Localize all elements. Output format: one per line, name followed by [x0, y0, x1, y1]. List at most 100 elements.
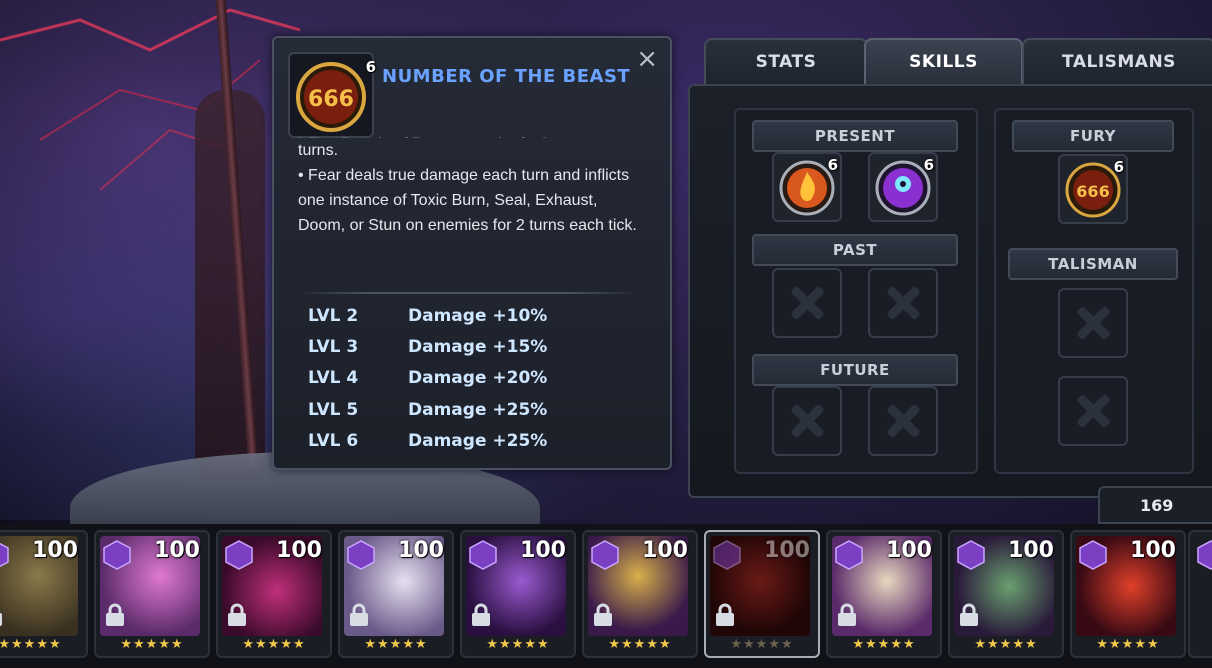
hero-card[interactable]: 100 ★★★★★: [826, 530, 942, 658]
empty-x-icon: [787, 283, 827, 323]
level-label: LVL 6: [308, 430, 359, 451]
skill-description[interactable]: inflicts 5 stacks of Fear on enemies for…: [298, 134, 638, 238]
past-label: PAST: [752, 234, 958, 266]
hero-stars: ★★★★★: [1096, 637, 1160, 652]
hero-level: 100: [398, 538, 444, 563]
lock-icon: [716, 603, 734, 626]
level-label: LVL 4: [308, 368, 359, 389]
hero-level: 100: [886, 538, 932, 563]
fury-skill-slot[interactable]: 666 6: [1058, 154, 1128, 224]
svg-text:666: 666: [308, 87, 354, 112]
lock-icon: [350, 603, 368, 626]
skill-rank-badge: 6: [1113, 158, 1124, 176]
hero-card[interactable]: 100 ★★★★★: [948, 530, 1064, 658]
lock-icon: [472, 603, 490, 626]
fury-label: FURY: [1012, 120, 1174, 152]
lock-icon: [960, 603, 978, 626]
lock-icon: [0, 613, 2, 626]
skill-rank-badge: 6: [923, 156, 934, 174]
future-skill-slot-2[interactable]: [868, 386, 938, 456]
hexagon-rank-icon: [1197, 540, 1212, 570]
level-label: LVL 5: [308, 399, 359, 420]
hero-card[interactable]: 100 ★★★★★: [338, 530, 454, 658]
future-skill-slot-1[interactable]: [772, 386, 842, 456]
skills-panel: PRESENT 6 6 PAST FUTURE FURY 666 6 TALIS…: [688, 84, 1212, 498]
hexagon-rank-icon: [469, 540, 497, 570]
talisman-slot-1[interactable]: [1058, 288, 1128, 358]
level-bonus: Damage +20%: [408, 368, 548, 389]
empty-x-icon: [1073, 303, 1113, 343]
present-label: PRESENT: [752, 120, 958, 152]
hexagon-rank-icon: [347, 540, 375, 570]
hexagon-rank-icon: [0, 542, 9, 568]
hero-stars: ★★★★★: [974, 637, 1038, 652]
level-bonus-list: LVL 2 Damage +10% LVL 3 Damage +15% LVL …: [308, 300, 547, 456]
hero-stars: ★★★★★: [486, 637, 550, 652]
svg-text:666: 666: [1076, 182, 1109, 201]
hero-card[interactable]: 100 ★★★★★: [582, 530, 698, 658]
level-row: LVL 2 Damage +10%: [308, 300, 547, 331]
hero-card-partial[interactable]: [1188, 530, 1212, 658]
hero-stars: ★★★★★: [364, 637, 428, 652]
hexagon-rank-icon: [713, 540, 741, 570]
talisman-label: TALISMAN: [1008, 248, 1178, 280]
skill-icon-frame: 666 6: [288, 52, 376, 138]
lock-icon: [106, 603, 124, 626]
hero-level: 100: [154, 538, 200, 563]
level-label: LVL 2: [308, 305, 359, 326]
level-label: LVL 3: [308, 336, 359, 357]
hexagon-rank-icon: [591, 540, 619, 570]
level-row: LVL 4 Damage +20%: [308, 363, 547, 394]
lock-icon: [838, 603, 856, 626]
hero-level: 100: [520, 538, 566, 563]
description-cut-line: inflicts 5 stacks of Fear on enemies for…: [298, 130, 549, 138]
hero-card[interactable]: 100 ★★★★★: [216, 530, 332, 658]
skill-title: NUMBER OF THE BEAST: [382, 66, 631, 87]
level-bonus: Damage +25%: [408, 430, 548, 451]
hero-card[interactable]: 100 ★★★★★: [0, 530, 88, 658]
close-button[interactable]: ×: [636, 46, 658, 72]
hero-stars: ★★★★★: [242, 637, 306, 652]
level-row: LVL 3 Damage +15%: [308, 331, 547, 362]
number-of-the-beast-666-icon: 666: [296, 62, 366, 132]
level-row: LVL 6 Damage +25%: [308, 425, 547, 456]
hero-stars: ★★★★★: [120, 637, 184, 652]
level-row: LVL 5 Damage +25%: [308, 394, 547, 425]
skills-column: PRESENT 6 6 PAST FUTURE: [734, 108, 978, 474]
level-bonus: Damage +25%: [408, 399, 548, 420]
hero-stars: ★★★★★: [608, 637, 672, 652]
hero-level: 100: [276, 538, 322, 563]
tab-talismans[interactable]: TALISMANS: [1022, 38, 1212, 86]
hero-level: 100: [764, 538, 810, 563]
skill-rank-badge: 6: [365, 58, 376, 76]
hero-level: 100: [32, 538, 78, 563]
hero-stars: ★★★★★: [0, 637, 62, 652]
description-bullet: • Fear deals true damage each turn and i…: [298, 167, 637, 234]
hero-card-selected[interactable]: 100 ★★★★★: [704, 530, 820, 658]
lock-icon: [594, 603, 612, 626]
tab-stats[interactable]: STATS: [704, 38, 868, 86]
talisman-slot-2[interactable]: [1058, 376, 1128, 446]
skill-rank-badge: 6: [827, 156, 838, 174]
hero-roster: 100 ★★★★★ 100 ★★★★★ 100 ★★★★★ 100 ★★★★★ …: [0, 524, 1212, 668]
past-skill-slot-1[interactable]: [772, 268, 842, 338]
hero-tabs: STATS SKILLS TALISMANS: [704, 38, 1212, 86]
present-skill-slot-1[interactable]: 6: [772, 152, 842, 222]
hero-level: 100: [642, 538, 688, 563]
hexagon-rank-icon: [835, 540, 863, 570]
empty-x-icon: [883, 401, 923, 441]
present-skill-slot-2[interactable]: 6: [868, 152, 938, 222]
hexagon-rank-icon: [1079, 540, 1107, 570]
fury-column: FURY 666 6 TALISMAN: [994, 108, 1194, 474]
hexagon-rank-icon: [225, 540, 253, 570]
past-skill-slot-2[interactable]: [868, 268, 938, 338]
level-bonus: Damage +10%: [408, 305, 548, 326]
lock-icon: [228, 603, 246, 626]
future-label: FUTURE: [752, 354, 958, 386]
hero-stars: ★★★★★: [852, 637, 916, 652]
hero-card[interactable]: 100 ★★★★★: [460, 530, 576, 658]
hero-card[interactable]: 100 ★★★★★: [1070, 530, 1186, 658]
hero-card[interactable]: 100 ★★★★★: [94, 530, 210, 658]
empty-x-icon: [787, 401, 827, 441]
tab-skills[interactable]: SKILLS: [864, 38, 1023, 86]
